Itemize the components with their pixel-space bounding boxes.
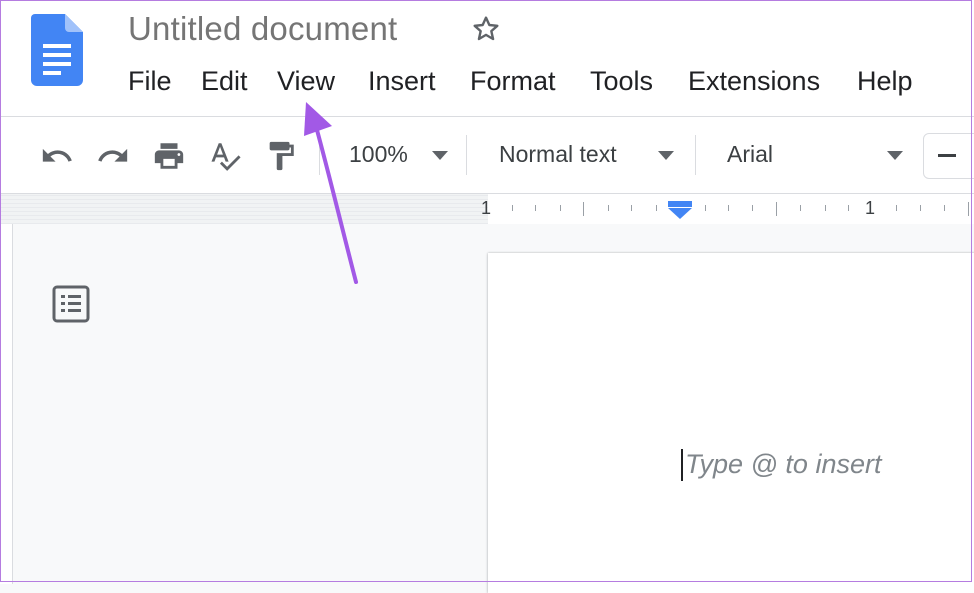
- menu-insert[interactable]: Insert: [368, 66, 436, 97]
- paragraph-style-select[interactable]: Normal text: [499, 141, 617, 168]
- insert-placeholder: Type @ to insert: [685, 449, 882, 479]
- chevron-down-icon[interactable]: [887, 151, 903, 160]
- ruler-tick: [705, 205, 706, 211]
- ruler-tick: [848, 205, 849, 211]
- ruler-tick: [896, 205, 897, 211]
- header: Untitled document File Edit View Insert …: [0, 0, 974, 116]
- toolbar-separator: [466, 135, 467, 175]
- chevron-down-icon[interactable]: [658, 151, 674, 160]
- menu-tools[interactable]: Tools: [590, 66, 653, 97]
- document-title[interactable]: Untitled document: [128, 10, 397, 48]
- document-page[interactable]: Type @ to insert: [488, 253, 974, 593]
- text-cursor: [681, 449, 683, 481]
- ruler-tick: [631, 205, 632, 211]
- ruler-tick: [944, 205, 945, 211]
- redo-icon[interactable]: [96, 139, 130, 173]
- menu-bar: File Edit View Insert Format Tools Exten…: [0, 66, 974, 102]
- ruler-tick: [512, 205, 513, 211]
- toolbar: 100% Normal text Arial: [0, 117, 974, 193]
- font-family-select[interactable]: Arial: [727, 141, 773, 168]
- menu-view[interactable]: View: [277, 66, 335, 97]
- ruler-tick: [560, 205, 561, 211]
- ruler-tick: [776, 202, 777, 216]
- ruler-tick: [752, 205, 753, 211]
- ruler-tick: [800, 205, 801, 211]
- ruler-number: 1: [865, 198, 876, 218]
- undo-icon[interactable]: [40, 139, 74, 173]
- vertical-ruler[interactable]: [0, 224, 13, 584]
- menu-help[interactable]: Help: [857, 66, 913, 97]
- ruler-tick: [583, 202, 584, 216]
- minus-icon: [938, 154, 956, 157]
- ruler-tick: [656, 205, 657, 211]
- horizontal-ruler[interactable]: 1 1: [0, 193, 974, 224]
- ruler-number: 1: [481, 198, 492, 218]
- spellcheck-icon[interactable]: [208, 139, 242, 173]
- star-icon[interactable]: [470, 13, 502, 45]
- ruler-tick: [968, 202, 969, 216]
- ruler-tick: [825, 205, 826, 211]
- menu-edit[interactable]: Edit: [201, 66, 248, 97]
- print-icon[interactable]: [152, 139, 186, 173]
- ruler-tick: [535, 205, 536, 211]
- ruler-tick: [608, 205, 609, 211]
- ruler-tick: [728, 205, 729, 211]
- document-outline-icon[interactable]: [52, 285, 90, 323]
- decrease-font-size-button[interactable]: [923, 133, 974, 179]
- indent-marker-icon[interactable]: [667, 199, 693, 221]
- annotation-arrow-icon: [304, 102, 358, 284]
- menu-extensions[interactable]: Extensions: [688, 66, 820, 97]
- menu-file[interactable]: File: [128, 66, 172, 97]
- ruler-tick: [920, 205, 921, 211]
- menu-format[interactable]: Format: [470, 66, 556, 97]
- ruler-margin: [0, 194, 488, 224]
- chevron-down-icon[interactable]: [432, 151, 448, 160]
- toolbar-separator: [695, 135, 696, 175]
